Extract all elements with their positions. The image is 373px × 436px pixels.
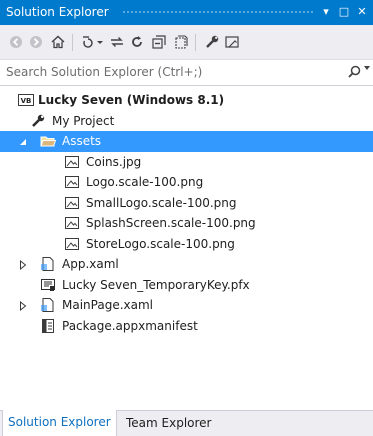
tree-item-label: App.xaml xyxy=(62,257,119,271)
tree-item-mainpage-xaml[interactable]: MainPage.xaml xyxy=(0,295,373,316)
solution-tree: VB Lucky Seven (Windows 8.1) My Project … xyxy=(0,90,373,336)
xaml-file-icon xyxy=(40,297,56,313)
tree-item-solution[interactable]: VB Lucky Seven (Windows 8.1) xyxy=(0,90,373,111)
xaml-file-icon xyxy=(40,256,56,272)
window-position-dropdown-button[interactable]: ▾ xyxy=(318,4,334,20)
show-all-files-icon xyxy=(175,35,188,49)
tree-item-file[interactable]: Coins.jpg xyxy=(0,152,373,173)
search-icon[interactable] xyxy=(348,65,361,78)
tree-item-file[interactable]: Logo.scale-100.png xyxy=(0,172,373,193)
tree-item-label: Package.appxmanifest xyxy=(62,318,198,333)
pending-changes-filter-button[interactable] xyxy=(107,32,127,52)
maximize-button[interactable]: □ xyxy=(336,4,352,20)
tree-item-label: My Project xyxy=(52,113,115,128)
tree-item-label: SplashScreen.scale-100.png xyxy=(86,216,256,230)
toolbar-separator xyxy=(72,34,73,51)
image-file-icon xyxy=(64,195,80,211)
properties-button[interactable] xyxy=(202,32,222,52)
show-all-files-button[interactable] xyxy=(171,32,191,52)
tree-item-label: Assets xyxy=(62,134,102,148)
tree-item-file[interactable]: SplashScreen.scale-100.png xyxy=(0,213,373,234)
tree-item-label: Lucky Seven_TemporaryKey.pfx xyxy=(62,277,250,292)
window-title: Solution Explorer xyxy=(6,5,109,19)
tree-item-file[interactable]: SmallLogo.scale-100.png xyxy=(0,193,373,214)
home-button[interactable] xyxy=(48,32,68,52)
tree-item-label: StoreLogo.scale-100.png xyxy=(86,236,235,251)
forward-icon xyxy=(30,36,42,48)
home-icon xyxy=(51,35,65,49)
back-button[interactable] xyxy=(6,32,26,52)
forward-button[interactable] xyxy=(26,32,46,52)
tool-window-title-bar[interactable]: Solution Explorer ▾ □ ✕ xyxy=(0,0,373,25)
preview-selected-items-icon xyxy=(225,36,239,48)
refresh-icon xyxy=(132,36,142,47)
title-bar-grip[interactable] xyxy=(122,10,313,15)
tree-item-label: Lucky Seven (Windows 8.1) xyxy=(38,93,225,107)
tree-item-file[interactable]: StoreLogo.scale-100.png xyxy=(0,234,373,255)
properties-icon xyxy=(206,35,219,48)
tree-item-label: Coins.jpg xyxy=(86,154,142,169)
tree-item-label: Logo.scale-100.png xyxy=(86,175,204,189)
pending-changes-filter-dropdown[interactable] xyxy=(94,32,106,52)
wrench-icon xyxy=(30,113,46,129)
tree-item-label: MainPage.xaml xyxy=(62,298,153,312)
pending-changes-filter-icon xyxy=(111,37,123,47)
tree-item-assets[interactable]: Assets xyxy=(0,131,373,152)
expanded-arrow-icon[interactable] xyxy=(18,136,28,146)
back-icon xyxy=(10,36,22,48)
image-file-icon xyxy=(64,154,80,170)
dropdown-arrow-icon: ▾ xyxy=(323,5,329,18)
tool-window-tab-strip: Solution Explorer Team Explorer xyxy=(0,410,373,436)
collapsed-arrow-icon[interactable] xyxy=(18,300,28,312)
tab-team-explorer[interactable]: Team Explorer xyxy=(121,411,217,436)
collapse-all-icon xyxy=(152,35,166,49)
tab-solution-explorer[interactable]: Solution Explorer xyxy=(2,410,117,436)
toolbar-separator xyxy=(195,34,196,51)
image-file-icon xyxy=(64,236,80,252)
close-button[interactable]: ✕ xyxy=(354,4,370,20)
solution-explorer-toolbar xyxy=(0,25,373,60)
tree-item-temporary-key[interactable]: Lucky Seven_TemporaryKey.pfx xyxy=(0,275,373,296)
maximize-icon: □ xyxy=(338,5,350,18)
manifest-file-icon xyxy=(40,318,56,334)
image-file-icon xyxy=(64,174,80,190)
tree-item-package-manifest[interactable]: Package.appxmanifest xyxy=(0,316,373,337)
svg-text:VB: VB xyxy=(21,97,32,105)
collapse-all-button[interactable] xyxy=(149,32,169,52)
image-file-icon xyxy=(64,215,80,231)
collapsed-arrow-icon[interactable] xyxy=(18,259,28,271)
search-box[interactable] xyxy=(0,60,373,86)
search-input[interactable] xyxy=(6,63,326,81)
dropdown-arrow-icon xyxy=(97,41,103,44)
certificate-file-icon xyxy=(40,277,56,293)
refresh-button[interactable] xyxy=(127,32,147,52)
preview-selected-items-button[interactable] xyxy=(222,32,242,52)
close-icon: ✕ xyxy=(357,5,367,18)
search-options-dropdown-icon[interactable] xyxy=(364,66,370,70)
vb-project-icon: VB xyxy=(18,92,34,108)
tree-item-app-xaml[interactable]: App.xaml xyxy=(0,254,373,275)
tree-item-my-project[interactable]: My Project xyxy=(0,111,373,132)
tree-item-label: SmallLogo.scale-100.png xyxy=(86,195,237,210)
open-folder-icon xyxy=(40,133,57,149)
